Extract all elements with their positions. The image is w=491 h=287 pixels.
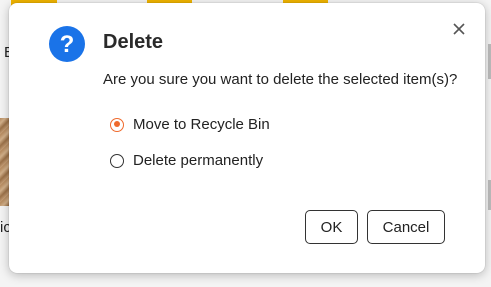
dialog-title: Delete [103,31,164,53]
delete-dialog: ? Delete Are you sure you want to delete… [9,3,485,273]
close-button[interactable] [448,18,470,40]
cancel-button[interactable]: Cancel [367,210,445,244]
dialog-message: Are you sure you want to delete the sele… [103,71,458,88]
option-delete-permanently[interactable]: Delete permanently [110,152,263,169]
question-icon: ? [49,26,85,62]
option-move-to-recycle-bin[interactable]: Move to Recycle Bin [110,116,270,133]
option-label: Delete permanently [133,152,264,169]
option-label: Move to Recycle Bin [133,116,270,133]
radio-button[interactable] [110,153,124,168]
svg-text:?: ? [60,31,75,58]
radio-button-selected[interactable] [110,117,124,132]
close-icon [453,23,465,35]
ok-button[interactable]: OK [305,210,358,244]
